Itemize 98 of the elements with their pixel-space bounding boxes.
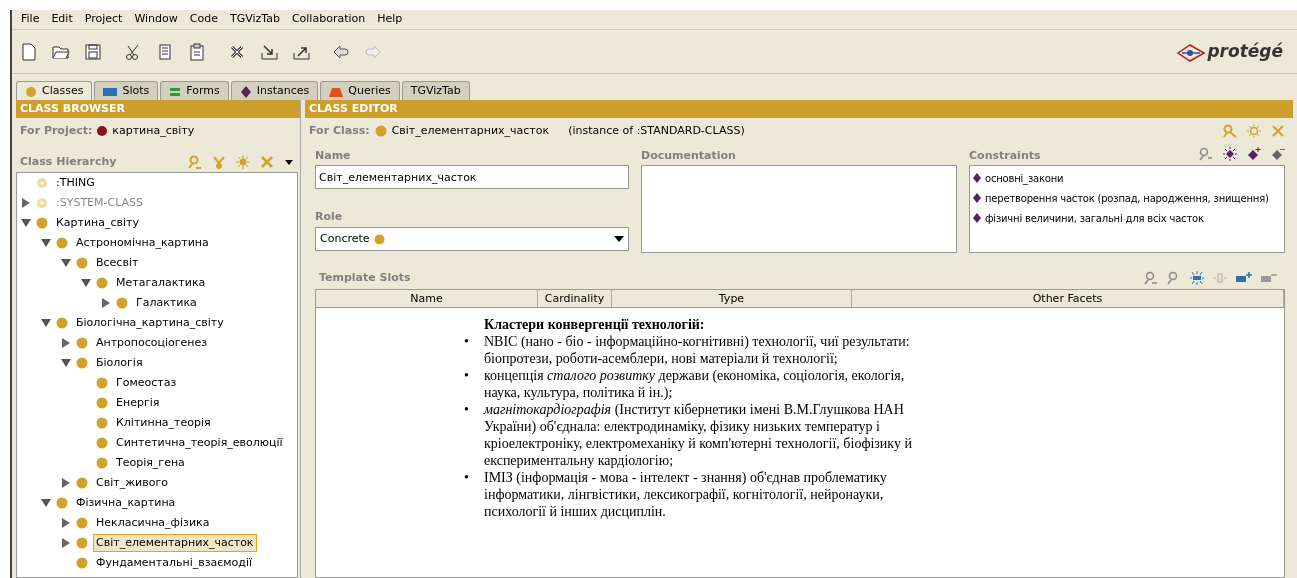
dropdown-caret-icon[interactable] bbox=[284, 157, 294, 167]
menu-item[interactable]: Code bbox=[186, 11, 227, 28]
bullet-text: ІМІЗ (інформація - мова - інтелект - знання) об'єднав проблематику інформатики, лінгвістики, лексикографії, когнітології, нейронауки, психології й інших дисциплін. bbox=[484, 469, 888, 520]
column-header[interactable]: Name bbox=[316, 290, 538, 307]
tab[interactable]: Classes bbox=[16, 81, 93, 100]
collapsed-arrow-icon[interactable] bbox=[61, 338, 71, 348]
tab[interactable]: Forms bbox=[160, 81, 229, 100]
collapsed-arrow-icon[interactable] bbox=[61, 478, 71, 488]
expanded-arrow-icon[interactable] bbox=[41, 498, 51, 508]
bullet: • bbox=[463, 333, 470, 350]
menu-item[interactable]: Window bbox=[131, 11, 187, 28]
menu-item[interactable]: Project bbox=[81, 11, 132, 28]
bullet-text: магнітокардіографія (Інститут кібернетики імені В.М.Глушкова НАН України) об'єднала: електродинаміку, фізику низьких температур і кріоелектроніку, електромеханіку й комп'ютерні технології, біофізику й експериментальну кардіологію; bbox=[484, 401, 913, 469]
menu-item[interactable]: Collaboration bbox=[288, 11, 375, 28]
diamond-icon bbox=[239, 85, 252, 98]
dot-icon bbox=[374, 125, 387, 137]
tab[interactable]: Instances bbox=[230, 81, 319, 100]
bullet: • bbox=[463, 401, 470, 418]
project-name: картина_світу bbox=[112, 122, 195, 139]
tree-item[interactable]: Астрономічна_картина bbox=[73, 233, 212, 253]
circle-icon bbox=[25, 85, 37, 98]
bullet-text: концепція сталого розвитку держави (економіка, соціологія, екологія, наука, культура, політика й ін.); bbox=[484, 367, 906, 401]
tree-item[interactable]: Антропосоціогенез bbox=[93, 333, 211, 353]
expanded-arrow-icon[interactable] bbox=[41, 238, 51, 248]
tree-item[interactable]: Галактика bbox=[133, 293, 200, 313]
list-item[interactable]: перетворення часток (розпад, народження, знищення) bbox=[985, 190, 1269, 206]
import-icon[interactable] bbox=[260, 42, 278, 61]
add-diamond-icon[interactable] bbox=[1247, 147, 1261, 161]
menu-item[interactable]: File bbox=[18, 11, 49, 28]
column-header[interactable]: Type bbox=[612, 290, 852, 307]
field-label: Role bbox=[315, 209, 344, 225]
save-icon[interactable] bbox=[84, 42, 102, 61]
instance-of-text: (instance of :STANDARD-CLASS) bbox=[568, 122, 745, 139]
bullet: • bbox=[463, 469, 470, 486]
tree-item[interactable]: Картина_світу bbox=[53, 213, 143, 233]
list-item[interactable]: фізичні величини, загальні для всіх часток bbox=[985, 210, 1204, 226]
field-label: Constraints bbox=[969, 147, 1041, 164]
tree-item[interactable]: Клітинна_теорія bbox=[113, 413, 214, 433]
remove-diamond-icon[interactable] bbox=[1271, 147, 1285, 161]
name-field[interactable]: Світ_елементарних_часток bbox=[315, 165, 629, 189]
tree-item[interactable]: Гомеостаз bbox=[113, 373, 180, 393]
tree-item[interactable]: Фізична_картина bbox=[73, 493, 179, 513]
dropdown-caret-icon[interactable] bbox=[614, 235, 624, 243]
role-dropdown[interactable]: Concrete bbox=[315, 227, 629, 251]
trapezoid-icon bbox=[329, 85, 344, 98]
tree-item[interactable]: Біологічна_картина_світу bbox=[73, 313, 227, 333]
expanded-arrow-icon[interactable] bbox=[61, 358, 71, 368]
tab[interactable]: Slots bbox=[94, 81, 159, 100]
tab[interactable]: Queries bbox=[320, 81, 400, 100]
tree-item[interactable]: :THING bbox=[53, 173, 98, 193]
panel-header: CLASS BROWSER bbox=[16, 100, 300, 118]
tree-item[interactable]: Некласична_фізика bbox=[93, 513, 213, 533]
tree-item[interactable]: Енергія bbox=[113, 393, 163, 413]
field-label: Documentation bbox=[641, 148, 737, 164]
label: For Class: bbox=[309, 122, 370, 139]
panel-header: CLASS EDITOR bbox=[305, 100, 1293, 118]
documentation-field[interactable] bbox=[641, 165, 957, 253]
label: For Project: bbox=[20, 122, 93, 139]
find-icon[interactable] bbox=[1144, 271, 1158, 285]
section-label: Template Slots bbox=[319, 269, 411, 286]
tab[interactable]: TGVizTab bbox=[401, 81, 470, 100]
add-slot-icon[interactable] bbox=[1236, 271, 1252, 285]
list-item[interactable]: основні_закони bbox=[985, 170, 1064, 186]
menu-item[interactable]: Edit bbox=[48, 11, 82, 28]
tree-item[interactable]: Синтетична_теорія_еволюції bbox=[113, 433, 286, 453]
tree-item[interactable]: Фундаментальні_взаємодії bbox=[93, 553, 256, 573]
tree-item[interactable]: Біологія bbox=[93, 353, 146, 373]
collapsed-arrow-icon[interactable] bbox=[61, 538, 71, 548]
column-header[interactable]: Cardinality bbox=[538, 290, 612, 307]
dot-icon bbox=[97, 126, 108, 136]
menu-item[interactable]: Help bbox=[374, 11, 412, 28]
expanded-arrow-icon[interactable] bbox=[21, 218, 31, 228]
tree-item[interactable]: Світ_живого bbox=[93, 473, 171, 493]
find-icon[interactable] bbox=[1199, 147, 1213, 161]
section-label: Class Hierarchy bbox=[20, 153, 117, 170]
rectangle-icon bbox=[103, 85, 118, 98]
logo: protégé bbox=[1176, 38, 1283, 65]
tree-item[interactable]: Теорія_гена bbox=[113, 453, 188, 473]
menu-item[interactable]: TGVizTab bbox=[226, 11, 289, 28]
heading: Кластери конвергенції технологій: bbox=[483, 316, 705, 333]
tree-item[interactable]: Світ_елементарних_часток bbox=[93, 533, 257, 553]
paste-icon[interactable] bbox=[188, 42, 206, 61]
dot-icon bbox=[373, 233, 385, 245]
bullet: • bbox=[463, 367, 470, 384]
field-label: Name bbox=[315, 148, 352, 164]
collapsed-arrow-icon[interactable] bbox=[101, 298, 111, 308]
tree-item[interactable]: Всесвіт bbox=[93, 253, 142, 273]
tree-item[interactable]: Метагалактика bbox=[113, 273, 209, 293]
new-file-icon[interactable] bbox=[20, 42, 38, 61]
copy-icon[interactable] bbox=[156, 42, 174, 61]
expanded-arrow-icon[interactable] bbox=[61, 258, 71, 268]
column-header[interactable]: Other Facets bbox=[852, 290, 1284, 307]
lines-icon bbox=[169, 85, 182, 98]
collapsed-arrow-icon[interactable] bbox=[61, 518, 71, 528]
expanded-arrow-icon[interactable] bbox=[41, 318, 51, 328]
class-name: Світ_елементарних_часток bbox=[391, 122, 550, 139]
expanded-arrow-icon[interactable] bbox=[81, 278, 91, 288]
bullet-text: NBIC (нано - біо - інформаційно-когнітивні) технології, чиї результати: біопротези, роботи-асемблери, нові матеріали й технології; bbox=[484, 333, 911, 367]
